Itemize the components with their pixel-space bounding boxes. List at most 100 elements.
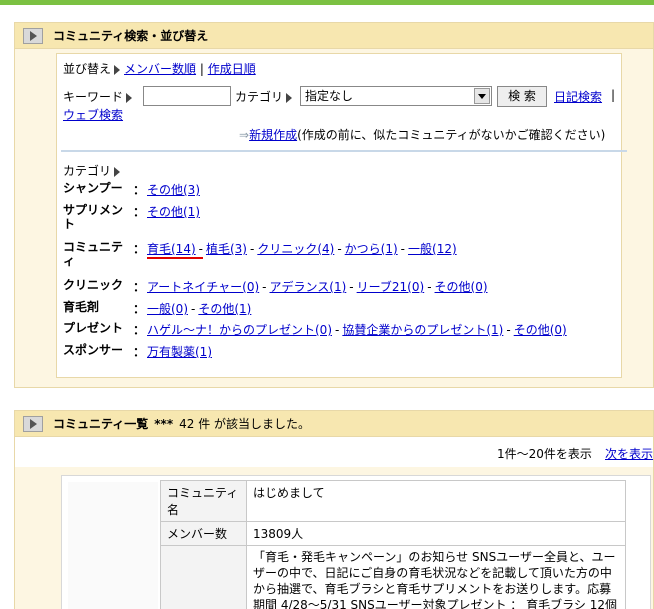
search-panel-header: コミュニティ検索・並び替え <box>15 23 653 49</box>
search-button[interactable]: 検 索 <box>497 86 547 107</box>
search-panel-title: コミュニティ検索・並び替え <box>53 29 209 43</box>
search-box: 並び替え メンバー数順 | 作成日順 キーワード カテゴリ 指定なし 検 索 日記… <box>56 53 627 378</box>
link-separator: - <box>262 280 267 294</box>
sort-by-date-link[interactable]: 作成日順 <box>208 62 256 76</box>
highlight-underline <box>147 257 203 259</box>
sort-by-members-link[interactable]: メンバー数順 <box>124 62 196 76</box>
category-links: 万有製薬(1) <box>147 343 212 360</box>
category-link[interactable]: 育毛(14) <box>147 242 196 256</box>
sort-row: 並び替え メンバー数順 | 作成日順 <box>63 60 256 77</box>
link-separator: - <box>249 242 255 256</box>
colon: ： <box>133 242 146 256</box>
category-links: 一般(0) - その他(1) <box>147 300 251 317</box>
category-label: クリニック <box>63 278 124 292</box>
list-panel-title: コミュニティ一覧 <box>53 417 149 431</box>
categories-heading: カテゴリ <box>63 162 124 179</box>
keyword-row: キーワード カテゴリ 指定なし 検 索 日記検索 | <box>63 86 619 108</box>
category-link[interactable]: ハゲル〜ナ！からのプレゼント(0) <box>147 323 332 337</box>
result-count: 42 件 が該当しました。 <box>179 417 311 431</box>
category-label: プレゼント <box>63 321 124 335</box>
link-separator: - <box>400 242 406 256</box>
category-label: カテゴリ <box>235 88 296 105</box>
link-separator: - <box>337 242 342 256</box>
category-link[interactable]: その他(0) <box>514 323 567 337</box>
category-link[interactable]: その他(1) <box>198 302 251 316</box>
category-link[interactable]: その他(1) <box>147 205 200 219</box>
thumbnail[interactable] <box>68 482 158 609</box>
next-page-link[interactable]: 次を表示 <box>605 445 653 462</box>
separator: | <box>611 88 616 102</box>
category-link[interactable]: 植毛(3) <box>206 242 247 256</box>
category-select[interactable]: 指定なし <box>300 86 492 106</box>
category-link[interactable]: クリニック(4) <box>257 242 334 256</box>
table-row: メンバー数 13809人 <box>160 521 626 546</box>
top-accent-bar <box>0 0 654 5</box>
arrow-right-icon <box>114 64 121 75</box>
category-label: コミュニティ <box>63 240 124 268</box>
arrow-right-icon <box>114 166 121 177</box>
diary-search-link[interactable]: 日記検索 <box>554 88 602 105</box>
link-separator: - <box>335 323 340 337</box>
category-label: スポンサー <box>63 343 124 357</box>
colon: ： <box>133 323 146 337</box>
list-panel: コミュニティ一覧 *** 42 件 が該当しました。 1件〜20件を表示 次を表… <box>14 410 654 609</box>
category-links: ハゲル〜ナ！からのプレゼント(0) - 協賛企業からのプレゼント(1) - その他(0) <box>147 321 567 338</box>
create-row: ⇒新規作成(作成の前に、似たコミュニティがないかご確認ください) <box>239 126 605 143</box>
colon: ： <box>133 205 146 219</box>
category-links: その他(1) <box>147 203 200 220</box>
play-icon[interactable] <box>23 415 43 432</box>
web-search-row: ウェブ検索 <box>63 106 123 123</box>
create-new-link[interactable]: 新規作成 <box>249 128 297 142</box>
pagination-row: 1件〜20件を表示 次を表示 <box>15 437 653 467</box>
category-label: 育毛剤 <box>63 300 100 314</box>
category-links: 育毛(14) - 植毛(3) - クリニック(4) - かつら(1) - 一般(12) <box>147 240 457 257</box>
category-link[interactable]: その他(3) <box>147 183 200 197</box>
arrow-right-icon <box>126 92 133 103</box>
table-row: コミュニティ名 はじめまして <box>160 480 626 522</box>
category-link[interactable]: 協賛企業からのプレゼント(1) <box>342 323 503 337</box>
category-link[interactable]: アデランス(1) <box>270 280 347 294</box>
colon: ： <box>133 280 146 294</box>
colon: ： <box>133 302 146 316</box>
link-separator: - <box>349 280 354 294</box>
category-link[interactable]: 一般(0) <box>147 302 188 316</box>
label-community-name: コミュニティ名 <box>160 480 247 522</box>
category-link[interactable]: かつら(1) <box>345 242 398 256</box>
link-separator: - <box>191 302 196 316</box>
category-label: シャンプー <box>63 181 123 195</box>
stars: *** <box>154 416 174 431</box>
category-link[interactable]: 一般(12) <box>408 242 457 256</box>
create-note: (作成の前に、似たコミュニティがないかご確認ください) <box>297 128 606 142</box>
keyword-input[interactable] <box>143 86 231 106</box>
member-count-value: 13809人 <box>246 521 626 546</box>
link-separator: - <box>427 280 432 294</box>
category-links: その他(3) <box>147 181 200 198</box>
community-name-value: はじめまして <box>246 480 626 522</box>
chevron-down-icon[interactable] <box>474 88 490 104</box>
category-selected-value: 指定なし <box>305 89 354 103</box>
category-label: サプリメント <box>63 203 124 231</box>
label-description <box>160 545 247 609</box>
arrow-right-icon <box>286 92 293 103</box>
result-card: コミュニティ名 はじめまして メンバー数 13809人 「育毛・発毛キャンペーン… <box>61 475 651 609</box>
web-search-link[interactable]: ウェブ検索 <box>63 108 123 122</box>
separator: | <box>199 62 204 76</box>
arrow-bullet-icon: ⇒ <box>239 128 250 142</box>
sort-label: 並び替え <box>63 62 112 76</box>
keyword-label: キーワード <box>63 88 136 105</box>
link-separator: - <box>198 242 203 256</box>
category-link[interactable]: 万有製薬(1) <box>147 345 212 359</box>
table-row: 「育毛・発毛キャンペーン」のお知らせ SNSユーザー全員と、ユーザーの中で、日記… <box>160 545 626 609</box>
link-separator: - <box>506 323 511 337</box>
community-info-table: コミュニティ名 はじめまして メンバー数 13809人 「育毛・発毛キャンペーン… <box>160 480 626 609</box>
colon: ： <box>133 183 146 197</box>
divider <box>61 150 627 152</box>
category-link[interactable]: アートネイチャー(0) <box>147 280 259 294</box>
category-link[interactable]: その他(0) <box>435 280 488 294</box>
label-member-count: メンバー数 <box>160 521 247 546</box>
colon: ： <box>133 345 146 359</box>
category-links: アートネイチャー(0) - アデランス(1) - リーブ21(0) - その他(0) <box>147 278 488 295</box>
play-icon[interactable] <box>23 27 43 44</box>
category-link[interactable]: リーブ21(0) <box>357 280 425 294</box>
list-panel-header: コミュニティ一覧 *** 42 件 が該当しました。 <box>15 411 653 437</box>
